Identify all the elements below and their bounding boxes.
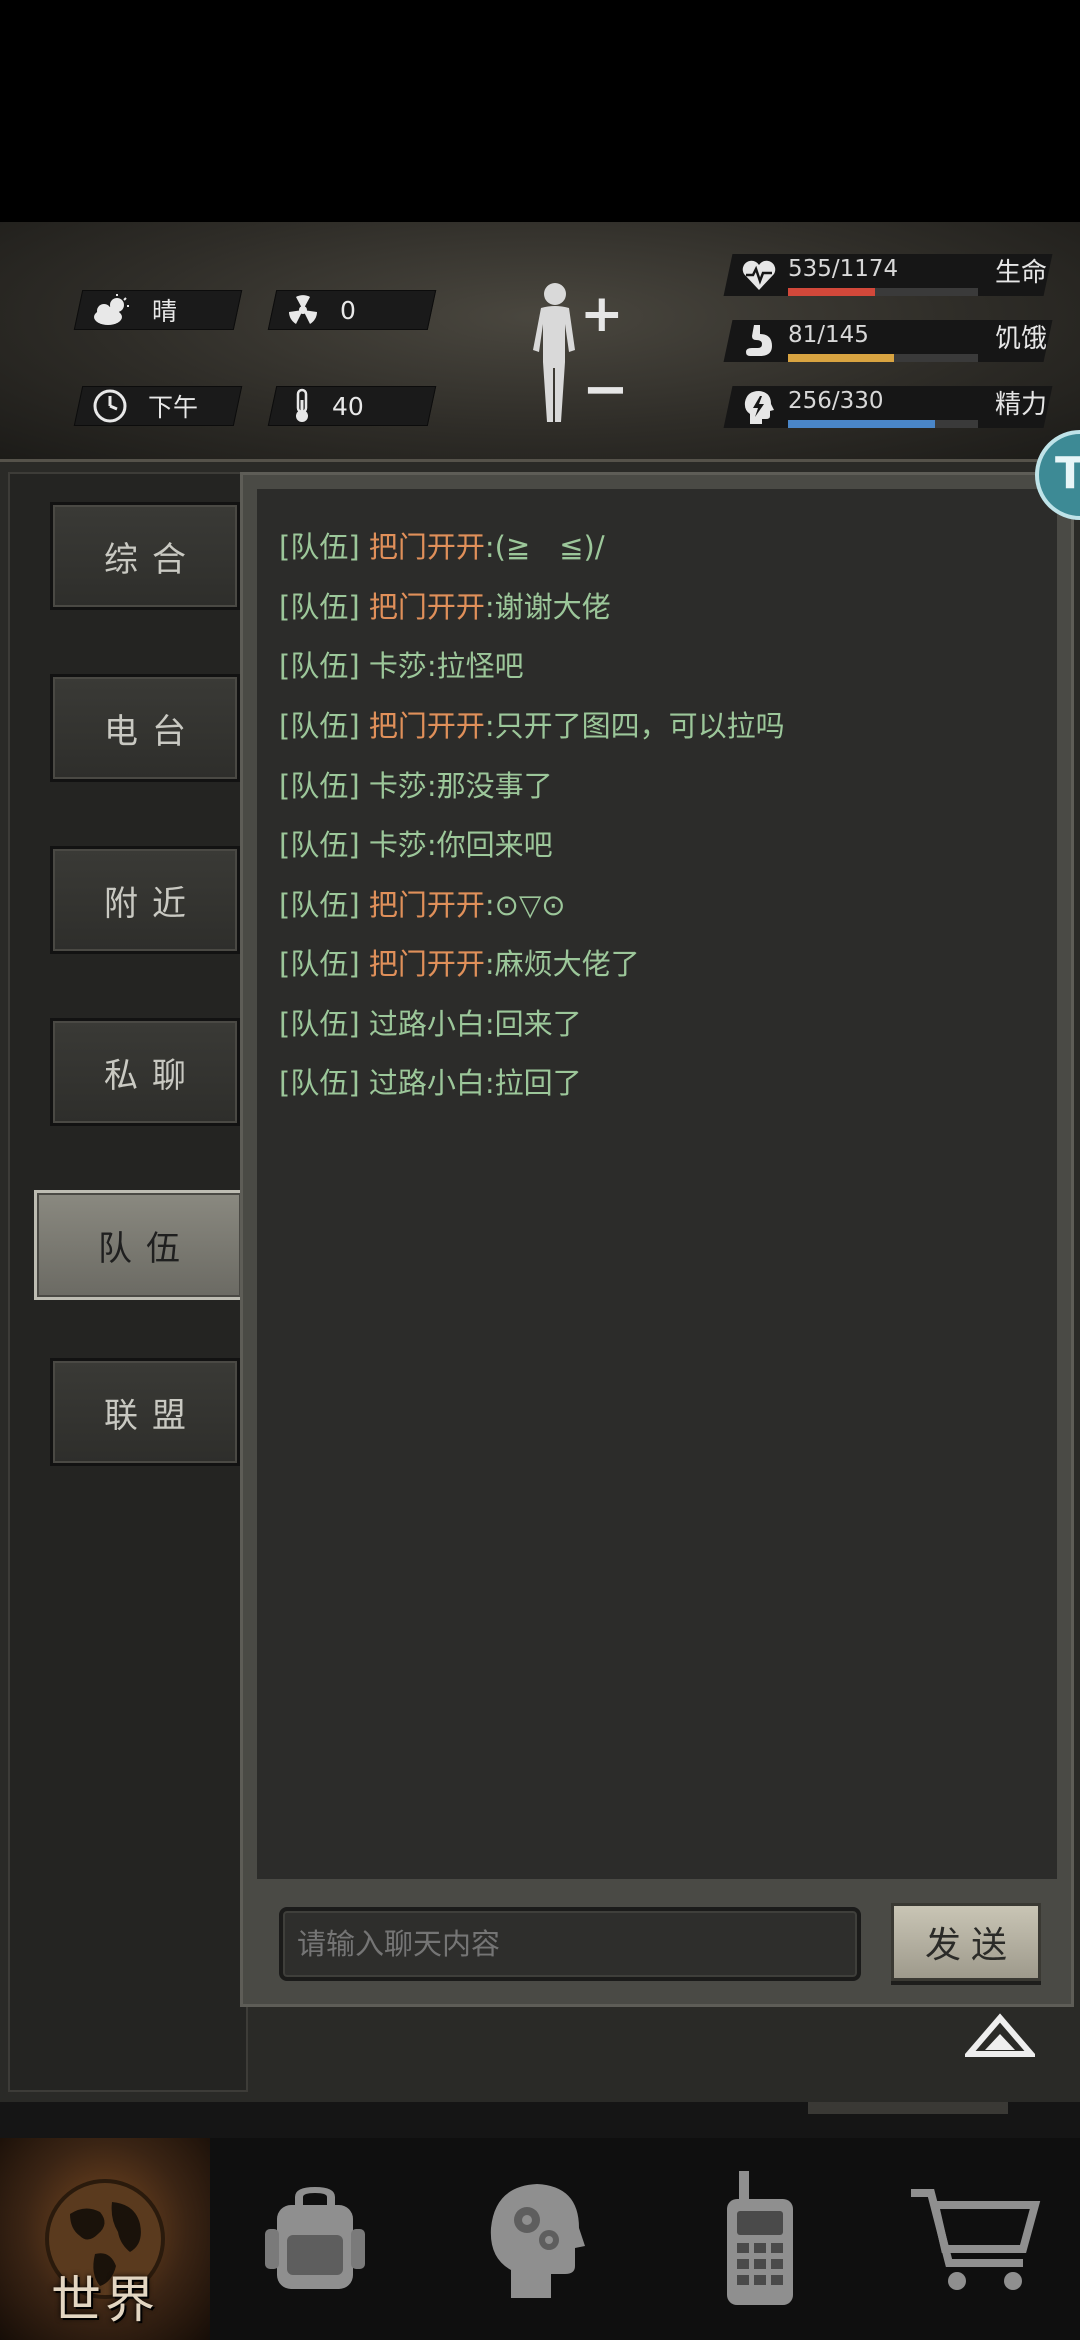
walkie-talkie-icon — [727, 2171, 793, 2305]
tab-team[interactable]: 队伍 — [34, 1190, 244, 1300]
stomach-icon — [746, 325, 772, 356]
time-of-day-text: 下午 — [148, 393, 199, 422]
health-label: 生命 — [995, 258, 1048, 288]
message-list[interactable]: [队伍] 把门开开:(≧ ≦)/ [队伍] 把门开开:谢谢大佬 [队伍] 卡莎:… — [257, 489, 1057, 1879]
chat-message: [队伍] 卡莎:拉怪吧 — [279, 649, 524, 683]
tab-private[interactable]: 私聊 — [50, 1018, 240, 1126]
chat-screen: 综合 电台 附近 私聊 队伍 联盟 [队伍] 把门开开:(≧ ≦)/ [队伍] … — [0, 462, 1080, 2102]
cloud-sun-icon — [94, 294, 129, 325]
chat-message: [队伍] 把门开开:麻烦大佬了 — [279, 947, 640, 981]
hunger-bar — [788, 354, 978, 362]
radiation-icon — [289, 295, 317, 324]
chat-panel: [队伍] 把门开开:(≧ ≦)/ [队伍] 把门开开:谢谢大佬 [队伍] 卡莎:… — [240, 472, 1074, 2007]
temperature-indicator: 40 — [292, 386, 364, 426]
send-button[interactable]: 发送 — [891, 1903, 1041, 1981]
weather-text: 晴 — [152, 297, 178, 326]
shopping-cart-icon — [911, 2189, 1041, 2290]
chat-message: [队伍] 卡莎:那没事了 — [279, 769, 553, 803]
radiation-indicator: 0 — [286, 290, 356, 330]
tab-radio[interactable]: 电台 — [50, 674, 240, 782]
energy-label: 精力 — [995, 390, 1048, 420]
thermometer-icon — [296, 388, 308, 422]
tab-alliance[interactable]: 联盟 — [50, 1358, 240, 1466]
temperature-value: 40 — [332, 391, 364, 421]
weather-indicator: 晴 — [92, 290, 177, 330]
zoom-out-body-button[interactable]: − — [582, 362, 629, 418]
nav-backpack[interactable] — [210, 2138, 420, 2340]
hunger-label: 饥饿 — [995, 324, 1048, 354]
nav-world-label: 世界 — [51, 2271, 159, 2329]
energy-bar — [788, 420, 978, 428]
collapse-chevron-icon[interactable] — [965, 2012, 1035, 2062]
time-indicator: 下午 — [92, 386, 198, 426]
hunger-value: 81/145 — [788, 322, 869, 348]
health-bar — [788, 288, 978, 296]
bottom-divider — [0, 2102, 1080, 2138]
chat-input[interactable] — [279, 1907, 861, 1981]
chat-message: [队伍] 卡莎:你回来吧 — [279, 828, 553, 862]
chat-message: [队伍] 把门开开:谢谢大佬 — [279, 590, 611, 624]
zoom-in-body-button[interactable]: + — [580, 288, 624, 340]
stat-row-health: 535/1174 生命 — [720, 250, 1060, 300]
nav-radio[interactable] — [655, 2138, 865, 2340]
nav-shop[interactable] — [870, 2138, 1080, 2340]
stat-row-energy: 256/330 精力 — [720, 382, 1060, 432]
nav-skills[interactable] — [430, 2138, 640, 2340]
nav-world[interactable]: 世界 — [0, 2138, 210, 2340]
energy-head-icon — [744, 391, 774, 424]
clock-icon — [93, 389, 127, 423]
head-gears-icon — [490, 2184, 585, 2298]
heart-icon — [742, 260, 776, 290]
chat-message: [队伍] 把门开开:(≧ ≦)/ — [279, 530, 605, 564]
chat-message: [队伍] 把门开开:⊙▽⊙ — [279, 888, 566, 922]
radiation-value: 0 — [340, 295, 356, 325]
chat-message: [队伍] 把门开开:只开了图四，可以拉吗 — [279, 709, 785, 743]
backpack-icon — [265, 2187, 365, 2289]
tab-general[interactable]: 综合 — [50, 502, 240, 610]
tab-nearby[interactable]: 附近 — [50, 846, 240, 954]
chat-message: [队伍] 过路小白:拉回了 — [279, 1066, 582, 1100]
bottom-nav: 世界 — [0, 2138, 1080, 2340]
health-value: 535/1174 — [788, 256, 899, 282]
chat-message: [队伍] 过路小白:回来了 — [279, 1007, 582, 1041]
energy-value: 256/330 — [788, 388, 884, 414]
stat-row-hunger: 81/145 饥饿 — [720, 316, 1060, 366]
